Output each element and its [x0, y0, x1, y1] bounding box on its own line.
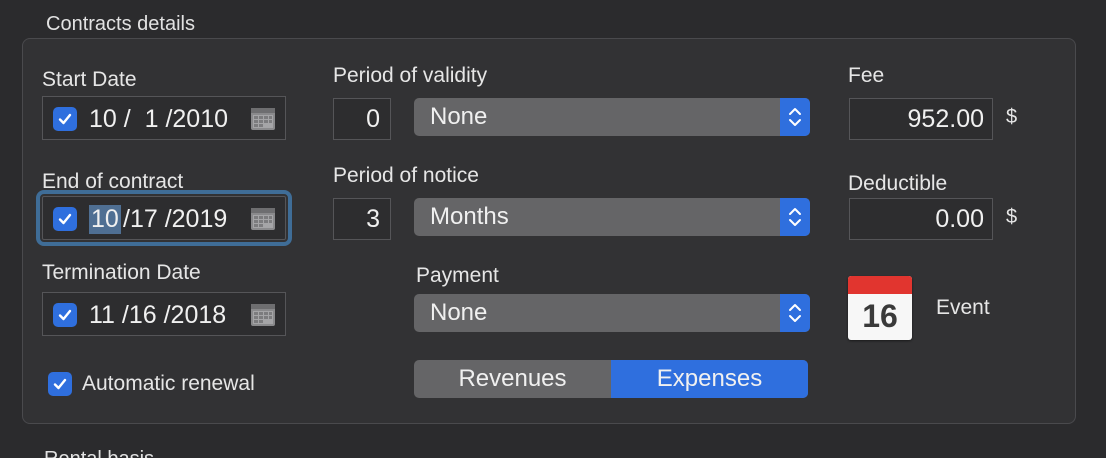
termination-date-value[interactable]: 11 /16 /2018 — [89, 301, 226, 330]
start-date-checkbox[interactable] — [53, 107, 77, 131]
period-of-validity-unit: None — [430, 103, 488, 130]
updown-chevron-icon — [780, 198, 810, 236]
deductible-field[interactable]: 0.00 — [849, 198, 993, 240]
period-of-validity-number[interactable]: 0 — [333, 98, 391, 140]
end-of-contract-label: End of contract — [42, 170, 184, 193]
start-date-label: Start Date — [42, 68, 137, 91]
end-date-rest[interactable]: /17 /2019 — [123, 205, 227, 234]
end-of-contract-checkbox[interactable] — [53, 207, 77, 231]
calendar-event-icon[interactable]: 16 — [848, 276, 912, 340]
calendar-icon[interactable] — [250, 205, 276, 231]
expenses-segment[interactable]: Expenses — [611, 360, 808, 398]
period-of-validity-label: Period of validity — [333, 64, 488, 87]
deductible-currency: $ — [1006, 206, 1018, 228]
calendar-icon[interactable] — [250, 301, 276, 327]
revenues-segment[interactable]: Revenues — [414, 360, 611, 398]
end-month-segment[interactable]: 10 — [89, 205, 121, 234]
revenues-expenses-toggle[interactable]: Revenues Expenses — [414, 360, 808, 398]
checkmark-icon — [58, 113, 72, 125]
termination-date-field[interactable]: 11 /16 /2018 — [42, 292, 286, 336]
end-of-contract-field[interactable]: 10 /17 /2019 — [36, 190, 292, 246]
automatic-renewal-checkbox[interactable] — [48, 372, 72, 396]
period-of-notice-label: Period of notice — [333, 164, 479, 187]
payment-value: None — [430, 299, 488, 326]
checkmark-icon — [58, 213, 72, 225]
fee-label: Fee — [848, 64, 885, 87]
start-date-value[interactable]: 10 / 1 /2010 — [89, 105, 228, 134]
updown-chevron-icon — [780, 294, 810, 332]
calendar-event-day: 16 — [862, 298, 898, 334]
section-title: Contracts details — [46, 13, 195, 35]
updown-chevron-icon — [780, 98, 810, 136]
calendar-event-header — [848, 276, 912, 294]
checkmark-icon — [53, 378, 67, 390]
payment-label: Payment — [416, 264, 499, 287]
fee-field[interactable]: 952.00 — [849, 98, 993, 140]
next-section-title: Rental basis — [44, 448, 154, 458]
period-of-notice-popup[interactable]: Months — [414, 198, 810, 236]
deductible-label: Deductible — [848, 172, 948, 195]
fee-currency: $ — [1006, 106, 1018, 128]
termination-date-label: Termination Date — [42, 261, 201, 284]
checkmark-icon — [58, 309, 72, 321]
payment-popup[interactable]: None — [414, 294, 810, 332]
start-date-field[interactable]: 10 / 1 /2010 — [42, 96, 286, 140]
event-label: Event — [936, 296, 990, 319]
period-of-notice-number[interactable]: 3 — [333, 198, 391, 240]
automatic-renewal-label[interactable]: Automatic renewal — [82, 372, 255, 396]
period-of-notice-unit: Months — [430, 203, 509, 230]
termination-date-checkbox[interactable] — [53, 303, 77, 327]
calendar-icon[interactable] — [250, 105, 276, 131]
period-of-validity-popup[interactable]: None — [414, 98, 810, 136]
